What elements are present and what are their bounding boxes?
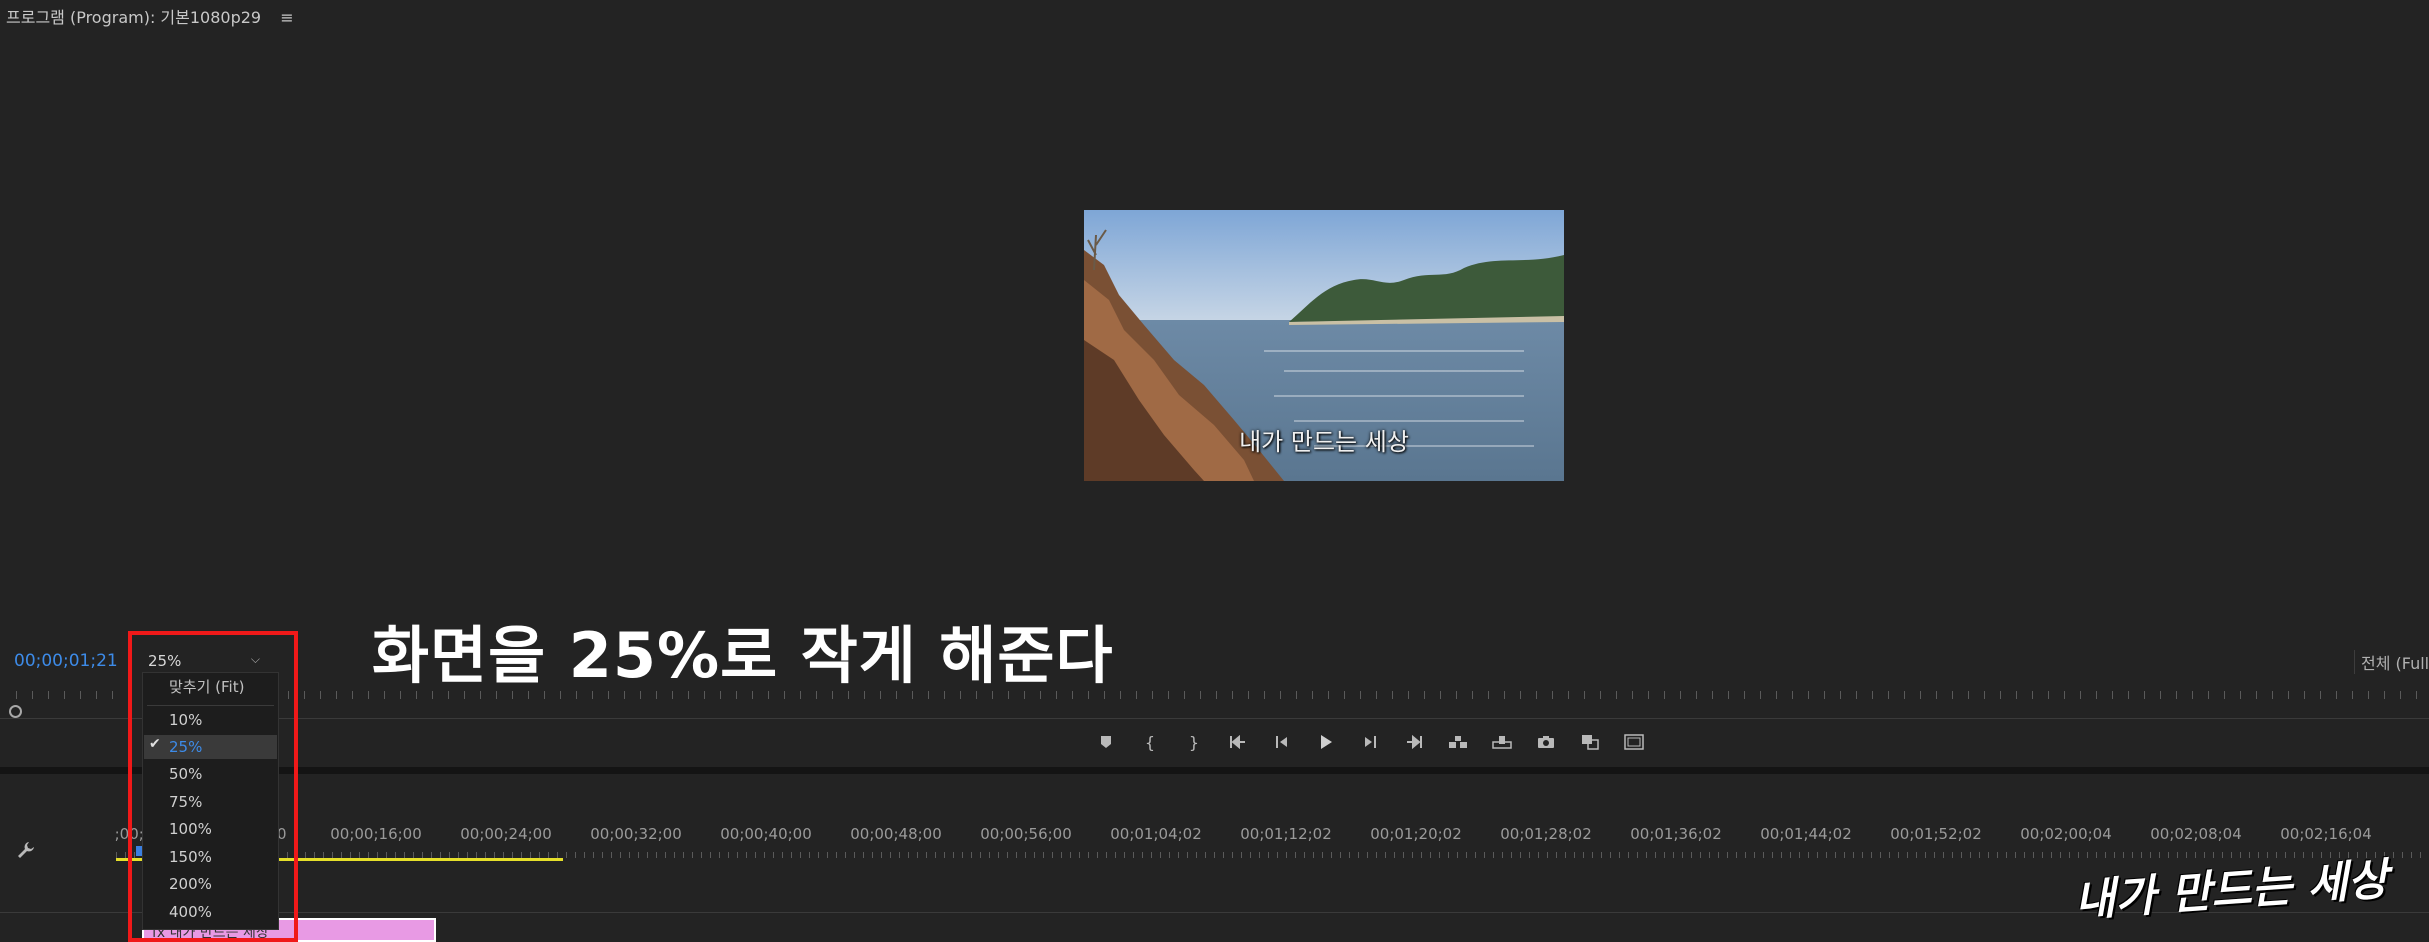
annotation-text: 화면을 25%로 작게 해준다	[372, 619, 1114, 692]
safe-margins-icon	[1624, 734, 1644, 750]
annotation-highlight-box	[128, 631, 298, 942]
monitor-playhead[interactable]	[9, 705, 22, 718]
safe-margins-button[interactable]	[1612, 731, 1656, 753]
insert-button[interactable]	[1436, 731, 1480, 753]
video-caption: 내가 만드는 세상	[1239, 428, 1409, 456]
play-icon	[1321, 735, 1332, 749]
mark-out-icon: }	[1188, 732, 1200, 752]
timeline-time-label: 00;01;52;02	[1890, 825, 1982, 843]
playhead-timecode[interactable]: 00;00;01;21	[14, 651, 118, 671]
comparison-view-button[interactable]	[1568, 731, 1612, 753]
timeline-time-label: 00;02;00;04	[2020, 825, 2112, 843]
mark-in-icon: {	[1144, 732, 1156, 752]
comparison-view-icon	[1582, 735, 1599, 750]
panel-menu-icon[interactable]: ≡	[280, 8, 293, 27]
playback-resolution-select[interactable]: 전체 (Full	[2354, 650, 2429, 674]
timeline-time-label: 00;00;56;00	[980, 825, 1072, 843]
panel-title-text: 프로그램 (Program): 기본1080p29	[6, 8, 262, 27]
insert-icon	[1449, 736, 1467, 748]
go-to-out-button[interactable]	[1392, 731, 1436, 753]
step-back-button[interactable]	[1260, 731, 1304, 753]
timeline-time-label: 00;02;16;04	[2280, 825, 2372, 843]
overwrite-icon	[1492, 736, 1512, 749]
mark-in-button[interactable]: {	[1128, 731, 1172, 753]
add-marker-button[interactable]	[1084, 731, 1128, 753]
timeline-time-ruler[interactable]: ;00;0 00 00;00;16;0000;00;24;0000;00;32;…	[0, 825, 2429, 845]
export-frame-button[interactable]	[1524, 731, 1568, 753]
panel-divider	[0, 767, 2429, 774]
timeline-time-label: 00;00;40;00	[720, 825, 812, 843]
mark-out-button[interactable]: }	[1172, 731, 1216, 753]
timeline-time-label: 00;01;12;02	[1240, 825, 1332, 843]
overwrite-button[interactable]	[1480, 731, 1524, 753]
program-monitor-video: 내가 만드는 세상	[1084, 210, 1564, 481]
timeline-time-label: 00;01;44;02	[1760, 825, 1852, 843]
ruler-divider	[0, 718, 2429, 719]
play-button[interactable]	[1304, 731, 1348, 753]
go-to-in-button[interactable]	[1216, 731, 1260, 753]
step-forward-button[interactable]	[1348, 731, 1392, 753]
timeline-time-label: 00;01;04;02	[1110, 825, 1202, 843]
go-to-out-icon	[1407, 735, 1422, 749]
timeline-time-label: 00;02;08;04	[2150, 825, 2242, 843]
transport-controls: { }	[1084, 731, 1656, 753]
monitor-ruler-ticks	[16, 691, 2429, 699]
step-back-icon	[1276, 736, 1287, 748]
timeline-divider	[0, 912, 2429, 913]
timeline-time-label: 00;00;32;00	[590, 825, 682, 843]
timeline-time-label: 00;01;28;02	[1500, 825, 1592, 843]
timeline-time-label: 00;00;24;00	[460, 825, 552, 843]
step-forward-icon	[1365, 736, 1376, 748]
timeline-time-label: 00;00;48;00	[850, 825, 942, 843]
monitor-ruler[interactable]	[0, 700, 2429, 718]
timeline-time-label: 00;01;20;02	[1370, 825, 1462, 843]
marker-icon	[1101, 736, 1111, 748]
timeline-time-label: 00;00;16;00	[330, 825, 422, 843]
go-to-in-icon	[1230, 735, 1245, 749]
camera-icon	[1538, 736, 1554, 748]
timeline-time-label: 00;01;36;02	[1630, 825, 1722, 843]
panel-title: 프로그램 (Program): 기본1080p29 ≡	[6, 4, 294, 28]
